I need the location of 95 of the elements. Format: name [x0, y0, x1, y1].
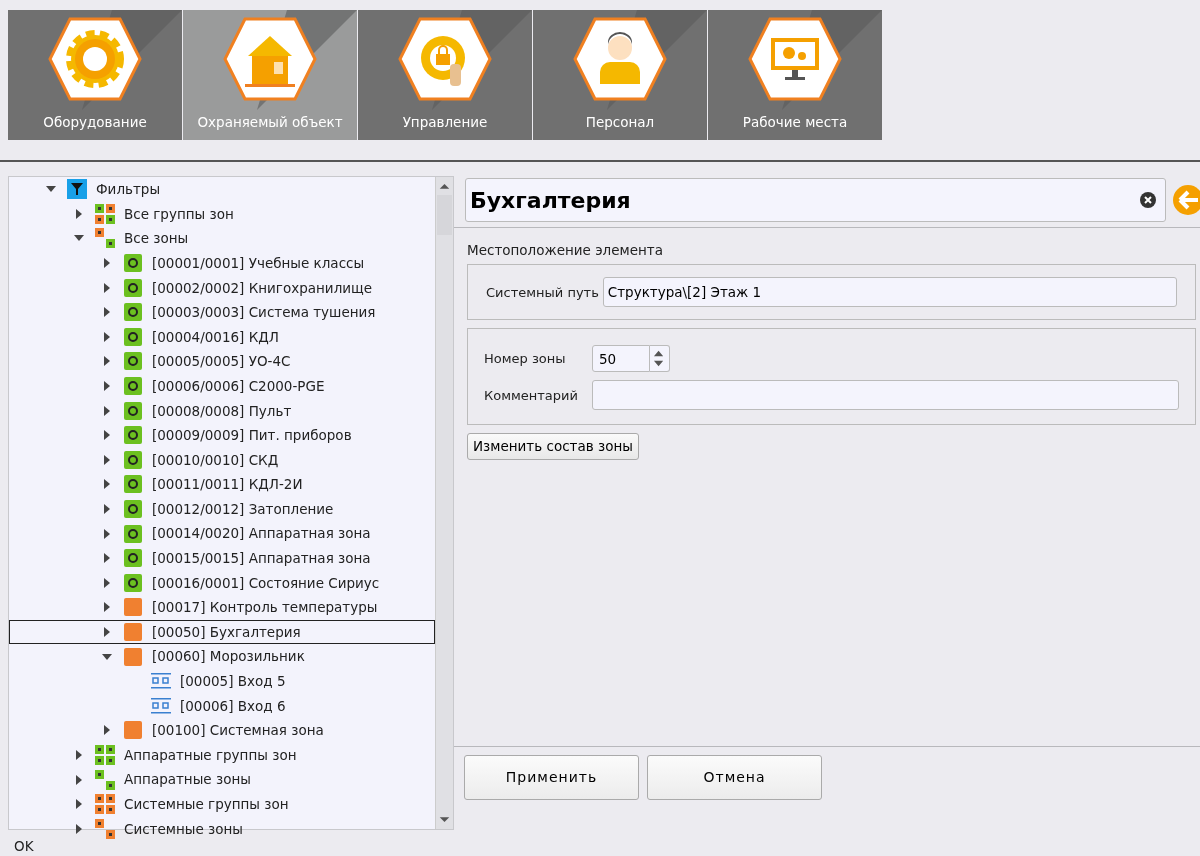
expand-arrow-icon: [102, 307, 112, 318]
expand-arrow-icon: [102, 282, 112, 293]
zone-icon: [122, 325, 144, 348]
section-label: Местоположение элемента: [467, 241, 664, 260]
expand-arrow-icon: [102, 454, 112, 465]
zones-icon: [94, 817, 116, 840]
nav-tile[interactable]: Рабочие места: [708, 10, 882, 140]
tree-item[interactable]: [00050] Бухгалтерия: [9, 619, 435, 645]
tree-item[interactable]: [00060] Морозильник: [9, 644, 435, 669]
tree-item[interactable]: Все зоны: [9, 226, 435, 251]
dialog-button[interactable]: Применить: [464, 755, 639, 800]
expand-arrow-icon: [74, 799, 84, 810]
title-field[interactable]: Бухгалтерия: [465, 178, 1166, 222]
expand-arrow-icon: [102, 528, 112, 539]
tree-item[interactable]: [00005/0005] УО-4С: [9, 349, 435, 374]
zone-icon: [122, 301, 144, 324]
zone-icon: [122, 473, 144, 496]
zone-icon: [122, 522, 144, 545]
zone-icon: [122, 448, 144, 471]
expand-arrow-icon: [74, 749, 84, 760]
tree-item[interactable]: Аппаратные зоны: [9, 767, 435, 792]
expand-arrow-icon: [102, 577, 112, 588]
zones-icon: [94, 768, 116, 791]
expand-arrow-icon: [102, 381, 112, 392]
zone-group-icon: [94, 743, 116, 766]
zone-icon: [122, 571, 144, 594]
field-label: Системный путь: [486, 283, 599, 302]
tree-item[interactable]: [00001/0001] Учебные классы: [9, 250, 435, 276]
change-zone-button[interactable]: Изменить состав зоны: [467, 433, 639, 460]
zones-icon: [94, 227, 116, 250]
tree-item[interactable]: Фильтры: [9, 177, 435, 202]
path-field[interactable]: Структура\[2] Этаж 1: [602, 277, 1177, 308]
nav-tile[interactable]: Персонал: [533, 10, 707, 140]
tree-item[interactable]: [00015/0015] Аппаратная зона: [9, 545, 435, 571]
tree-item[interactable]: [00017] Контроль температуры: [9, 595, 435, 620]
expand-arrow-icon: [102, 627, 112, 637]
spin-arrows-icon[interactable]: [650, 345, 670, 373]
tree-item[interactable]: [00003/0003] Система тушения: [9, 299, 435, 325]
zone-icon: [122, 375, 144, 398]
expand-arrow-icon: [74, 208, 84, 219]
scrollbar-thumb[interactable]: [437, 195, 452, 235]
expand-arrow-icon: [102, 356, 112, 367]
tree-item[interactable]: [00005] Вход 5: [9, 668, 435, 694]
zone-icon: [122, 645, 144, 668]
expand-arrow-icon: [102, 479, 112, 490]
tree-item[interactable]: [00004/0016] КДЛ: [9, 324, 435, 350]
zone-icon: [122, 350, 144, 373]
tree-item[interactable]: [00010/0010] СКД: [9, 447, 435, 473]
number-field[interactable]: 50: [592, 345, 650, 373]
zone-icon: [122, 596, 144, 619]
tree-item[interactable]: [00012/0012] Затопление: [9, 496, 435, 522]
tree-item[interactable]: [00011/0011] КДЛ-2И: [9, 472, 435, 497]
nav-tile[interactable]: Оборудование: [8, 10, 182, 140]
clear-icon: [1140, 192, 1156, 208]
tree-item[interactable]: [00008/0008] Пульт: [9, 398, 435, 423]
tree-item[interactable]: [00006] Вход 6: [9, 693, 435, 719]
tree-item[interactable]: Системные группы зон: [9, 791, 435, 817]
tree-item[interactable]: [00014/0020] Аппаратная зона: [9, 521, 435, 546]
zone-group-icon: [94, 793, 116, 816]
tree-item[interactable]: [00016/0001] Состояние Сириус: [9, 570, 435, 596]
expand-arrow-icon: [74, 774, 84, 785]
zone-icon: [122, 621, 144, 643]
scrollbar[interactable]: [435, 177, 453, 829]
tree-item[interactable]: [00002/0002] Книгохранилище: [9, 275, 435, 300]
expand-arrow-icon: [74, 823, 84, 834]
nav-tile[interactable]: Управление: [358, 10, 532, 140]
zone-icon: [122, 424, 144, 447]
zone-icon: [122, 399, 144, 422]
expand-arrow-icon: [102, 602, 112, 613]
filter-icon: [66, 178, 88, 201]
comment-field[interactable]: [592, 380, 1179, 411]
expand-arrow-icon: [102, 331, 112, 342]
zone-icon: [122, 252, 144, 275]
expand-arrow-icon: [102, 405, 112, 416]
dialog-button[interactable]: Отмена: [647, 755, 822, 800]
tree-item[interactable]: [00006/0006] С2000-PGE: [9, 373, 435, 399]
expand-arrow-icon: [102, 553, 112, 564]
expand-arrow-icon: [102, 258, 112, 269]
collapse-arrow-icon: [102, 651, 112, 662]
field-label: Комментарий: [484, 386, 579, 405]
zone-icon: [122, 719, 144, 742]
expand-arrow-icon: [102, 430, 112, 441]
zone-icon: [122, 498, 144, 520]
field-label: Номер зоны: [484, 350, 567, 368]
tree-item[interactable]: [00009/0009] Пит. приборов: [9, 422, 435, 448]
zone-group-icon: [94, 202, 116, 225]
zone-icon: [122, 547, 144, 570]
zone-icon: [122, 276, 144, 299]
back-arrow-icon: [1172, 184, 1200, 216]
expand-arrow-icon: [102, 725, 112, 736]
tree-item[interactable]: Аппаратные группы зон: [9, 742, 435, 768]
expand-arrow-icon: [102, 504, 112, 514]
tree-item[interactable]: [00100] Системная зона: [9, 718, 435, 743]
tree-item[interactable]: Все группы зон: [9, 201, 435, 227]
tree-item[interactable]: Системные зоны: [9, 816, 435, 842]
